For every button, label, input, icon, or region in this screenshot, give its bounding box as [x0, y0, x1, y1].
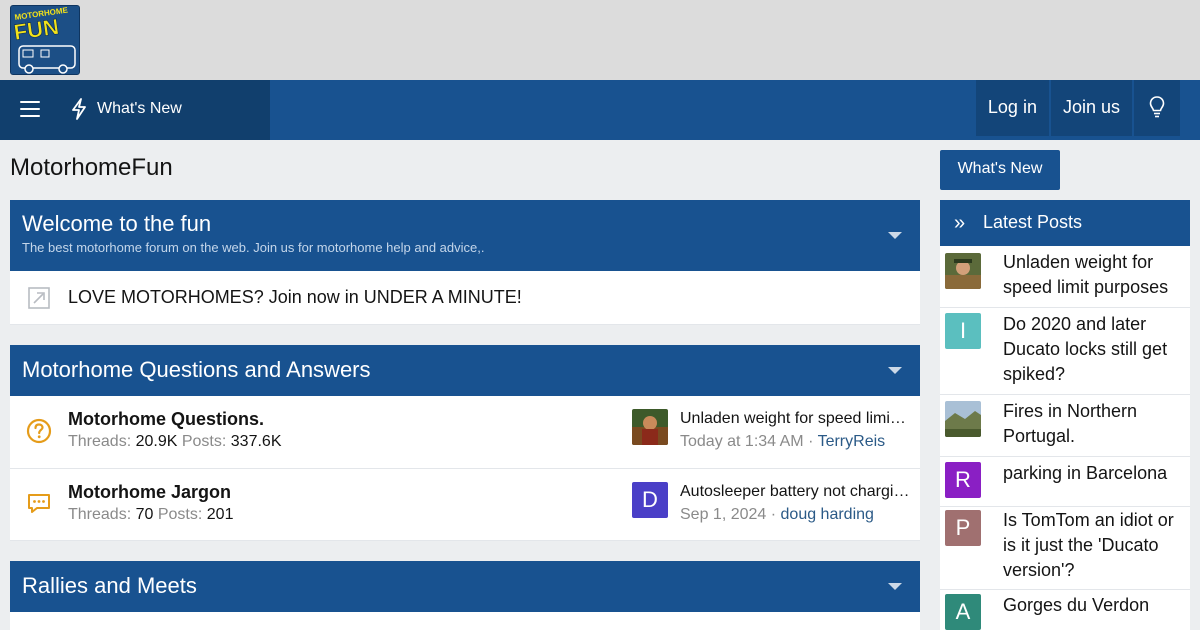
login-button[interactable]: Log in: [975, 80, 1049, 136]
avatar[interactable]: I: [945, 313, 981, 349]
avatar[interactable]: D: [632, 482, 668, 518]
forum-stats: Threads: 70 Posts: 201: [68, 506, 234, 523]
double-chevron-right-icon: »: [954, 212, 966, 234]
question-icon: [26, 418, 52, 444]
list-item[interactable]: R parking in Barcelona: [940, 457, 1190, 507]
bolt-icon: [72, 98, 86, 120]
category-header-questions[interactable]: Motorhome Questions and Answers: [10, 345, 920, 396]
lightbulb-icon: [1149, 96, 1165, 118]
join-button[interactable]: Join us: [1050, 80, 1132, 136]
category-title[interactable]: Rallies and Meets: [22, 573, 920, 599]
list-item[interactable]: P Is TomTom an idiot or is it just the '…: [940, 507, 1190, 590]
avatar[interactable]: P: [945, 510, 981, 546]
avatar[interactable]: [945, 253, 981, 289]
latest-post-link[interactable]: Unladen weight for speed limit purposes: [1003, 250, 1183, 300]
latest-thread-user[interactable]: TerryReis: [818, 433, 886, 450]
list-item[interactable]: Fires in Northern Portugal.: [940, 395, 1190, 457]
threads-count: 20.9K: [135, 433, 178, 450]
posts-count: 337.6K: [230, 433, 282, 450]
latest-thread-time[interactable]: Sep 1, 2024: [680, 506, 766, 523]
latest-thread-meta: Today at 1:34 AM · TerryReis: [680, 433, 886, 450]
latest-post-link[interactable]: Fires in Northern Portugal.: [1003, 399, 1183, 449]
latest-thread-meta: Sep 1, 2024 · doug harding: [680, 506, 874, 523]
latest-posts-header: » Latest Posts: [940, 200, 1190, 246]
latest-thread-link[interactable]: Autosleeper battery not charging: [680, 483, 910, 501]
collapse-toggle-icon[interactable]: [888, 232, 902, 239]
whats-new-button[interactable]: What's New: [940, 150, 1060, 190]
collapse-toggle-icon[interactable]: [888, 367, 902, 374]
forum-row[interactable]: [10, 612, 920, 630]
external-link-icon: [28, 287, 50, 309]
forum-stats: Threads: 20.9K Posts: 337.6K: [68, 433, 282, 450]
latest-thread-user[interactable]: doug harding: [781, 506, 874, 523]
latest-post-link[interactable]: Do 2020 and later Ducato locks still get…: [1003, 312, 1183, 387]
avatar[interactable]: [945, 401, 981, 437]
style-toggle-button[interactable]: [1134, 80, 1180, 136]
threads-count: 70: [135, 506, 154, 523]
category-description: The best motorhome forum on the web. Joi…: [22, 240, 485, 255]
forum-row[interactable]: Motorhome Jargon Threads: 70 Posts: 201 …: [10, 469, 920, 541]
nav-left-section: What's New: [0, 80, 270, 140]
forum-title[interactable]: Motorhome Jargon: [68, 482, 231, 503]
avatar[interactable]: A: [945, 594, 981, 630]
latest-thread-link[interactable]: Unladen weight for speed limit purposes: [680, 410, 910, 428]
link-forum-row[interactable]: LOVE MOTORHOMES? Join now in UNDER A MIN…: [10, 271, 920, 325]
collapse-toggle-icon[interactable]: [888, 583, 902, 590]
page-title: MotorhomeFun: [10, 154, 173, 181]
latest-posts-title[interactable]: Latest Posts: [983, 212, 1082, 233]
latest-thread-time[interactable]: Today at 1:34 AM: [680, 433, 804, 450]
list-item[interactable]: A Gorges du Verdon: [940, 590, 1190, 630]
latest-posts-list: Unladen weight for speed limit purposes …: [940, 246, 1190, 630]
list-item[interactable]: Unladen weight for speed limit purposes: [940, 246, 1190, 308]
latest-post-link[interactable]: parking in Barcelona: [1003, 461, 1183, 486]
header-banner: MOTORHOME FUN: [0, 0, 1200, 80]
category-header-welcome[interactable]: Welcome to the fun The best motorhome fo…: [10, 200, 920, 271]
forum-title[interactable]: Motorhome Questions.: [68, 409, 264, 430]
nav-account-section: Log in Join us: [974, 80, 1180, 140]
list-item[interactable]: I Do 2020 and later Ducato locks still g…: [940, 308, 1190, 395]
main-navigation: What's New Log in Join us: [0, 80, 1200, 140]
avatar[interactable]: R: [945, 462, 981, 498]
chat-bubble-icon: [28, 494, 50, 513]
link-forum-title[interactable]: LOVE MOTORHOMES? Join now in UNDER A MIN…: [68, 287, 522, 308]
menu-icon[interactable]: [20, 101, 40, 119]
category-header-rallies[interactable]: Rallies and Meets: [10, 561, 920, 612]
nav-whats-new-link[interactable]: What's New: [97, 100, 182, 118]
site-logo[interactable]: MOTORHOME FUN: [10, 5, 80, 75]
latest-post-link[interactable]: Is TomTom an idiot or is it just the 'Du…: [1003, 508, 1183, 583]
latest-post-link[interactable]: Gorges du Verdon: [1003, 593, 1183, 618]
forum-row[interactable]: Motorhome Questions. Threads: 20.9K Post…: [10, 396, 920, 469]
category-title[interactable]: Motorhome Questions and Answers: [22, 357, 920, 383]
category-title[interactable]: Welcome to the fun: [22, 211, 920, 237]
posts-count: 201: [206, 506, 234, 523]
avatar[interactable]: [632, 409, 668, 445]
